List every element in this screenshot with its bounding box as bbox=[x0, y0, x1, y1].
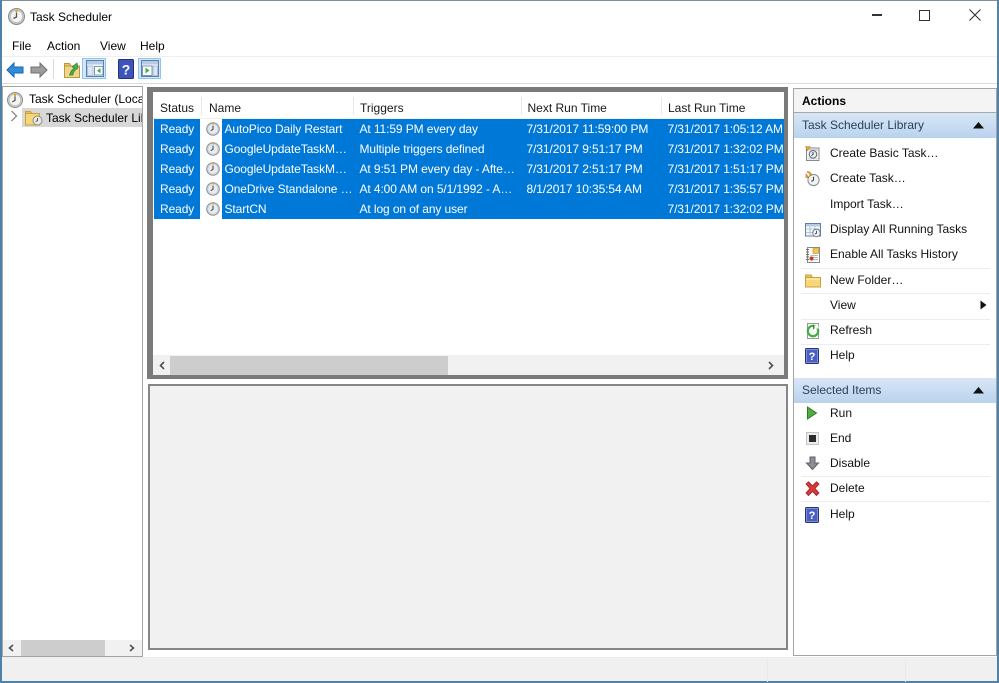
svg-text:?: ? bbox=[809, 351, 816, 363]
svg-text:?: ? bbox=[122, 62, 131, 78]
svg-text:?: ? bbox=[809, 510, 816, 522]
